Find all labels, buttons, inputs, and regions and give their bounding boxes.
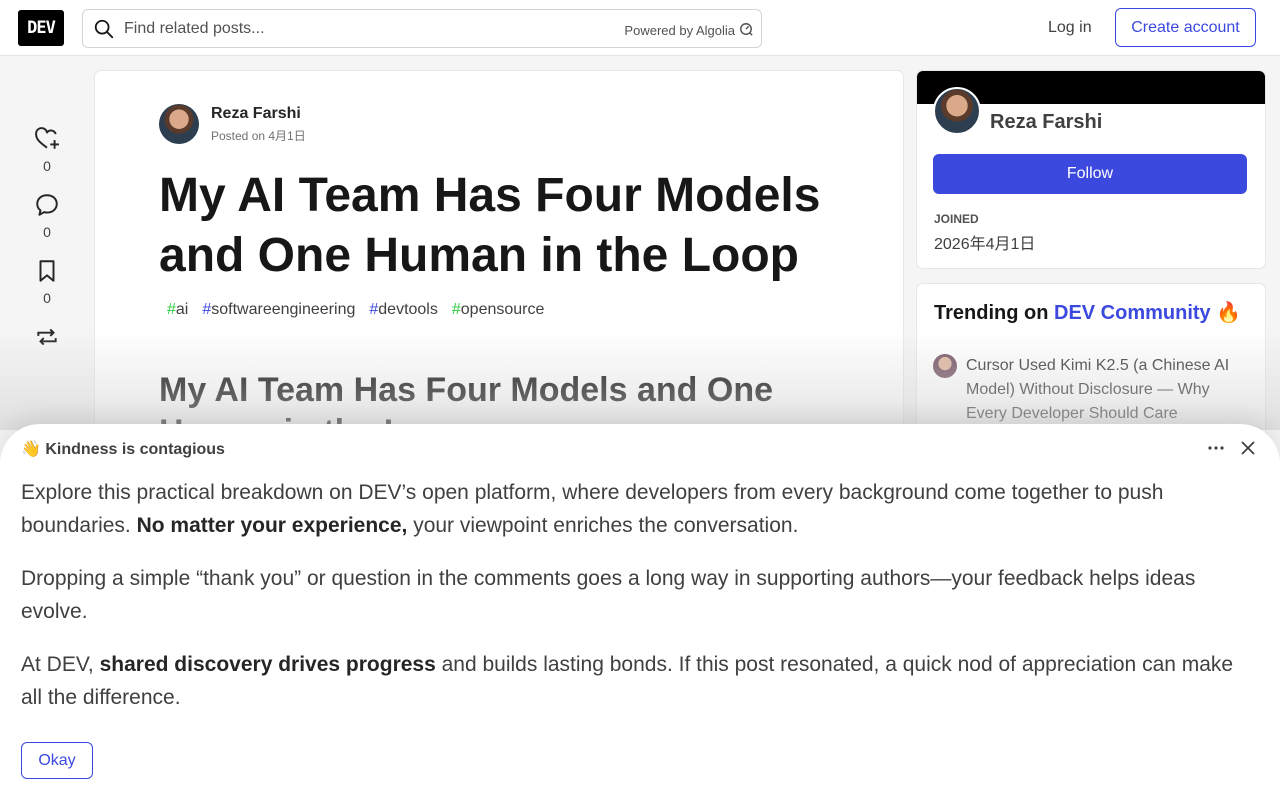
- comment-icon[interactable]: [34, 192, 60, 218]
- modal-paragraph-1: Explore this practical breakdown on DEV’…: [21, 476, 1251, 542]
- tag-devtools[interactable]: #devtools: [365, 301, 442, 319]
- more-options-icon[interactable]: [1203, 436, 1229, 460]
- page-title: My AI Team Has Four Models and One Human…: [159, 169, 821, 282]
- comment-count: 0: [43, 224, 51, 240]
- create-account-button[interactable]: Create account: [1115, 8, 1256, 47]
- avatar: [933, 354, 957, 378]
- heart-plus-icon[interactable]: [34, 126, 60, 152]
- bookmark-count: 0: [43, 290, 51, 306]
- bold-segment: shared discovery drives progress: [99, 653, 436, 676]
- profile-name[interactable]: Reza Farshi: [990, 111, 1102, 134]
- bookmark-icon[interactable]: [34, 258, 60, 284]
- avatar[interactable]: [933, 87, 981, 135]
- text-segment: At DEV,: [21, 653, 100, 676]
- author-block[interactable]: Reza Farshi Posted on 4月1日: [159, 104, 306, 144]
- tag-opensource[interactable]: #opensource: [448, 301, 549, 319]
- bookmark-reaction[interactable]: 0: [22, 258, 72, 306]
- dev-logo[interactable]: DEV: [18, 10, 64, 46]
- algolia-icon: [739, 22, 753, 39]
- posted-date: Posted on 4月1日: [211, 128, 306, 143]
- login-link[interactable]: Log in: [1032, 9, 1108, 47]
- search-input[interactable]: [124, 19, 604, 38]
- joined-label: JOINED: [934, 212, 979, 226]
- like-count: 0: [43, 158, 51, 174]
- tag-hash: #: [369, 301, 379, 318]
- tag-hash: #: [451, 301, 461, 318]
- bold-segment: No matter your experience,: [136, 514, 408, 537]
- list-item[interactable]: Cursor Used Kimi K2.5 (a Chinese AI Mode…: [933, 354, 1236, 426]
- modal-paragraph-3: At DEV, shared discovery drives progress…: [21, 648, 1251, 714]
- reaction-bar: 0 0 0: [22, 126, 72, 368]
- modal-title: 👋 Kindness is contagious: [21, 441, 225, 458]
- trending-brand-link[interactable]: DEV Community: [1054, 302, 1211, 324]
- like-reaction[interactable]: 0: [22, 126, 72, 174]
- search-icon[interactable]: [92, 17, 116, 41]
- tag-label: softwareengineering: [211, 301, 356, 318]
- algolia-attribution[interactable]: Powered by Algolia: [624, 22, 753, 39]
- search-bar[interactable]: Powered by Algolia: [82, 9, 762, 48]
- text-segment: your viewpoint enriches the conversation…: [407, 514, 799, 537]
- author-name[interactable]: Reza Farshi: [211, 105, 306, 123]
- avatar[interactable]: [159, 104, 199, 144]
- tag-label: opensource: [460, 301, 545, 318]
- top-header: DEV Powered by Algolia Log in Create acc…: [0, 0, 1280, 56]
- modal-paragraph-2: Dropping a simple “thank you” or questio…: [21, 567, 1196, 623]
- follow-button[interactable]: Follow: [933, 154, 1247, 194]
- modal-body: Explore this practical breakdown on DEV’…: [21, 476, 1251, 734]
- tag-hash: #: [202, 301, 212, 318]
- trending-prefix: Trending on: [934, 302, 1054, 324]
- powered-by-label: Powered by Algolia: [624, 23, 735, 38]
- comment-reaction[interactable]: 0: [22, 192, 72, 240]
- tag-ai[interactable]: #ai: [163, 301, 192, 319]
- kindness-modal: 👋 Kindness is contagious Explore this pr…: [0, 424, 1280, 800]
- tag-hash: #: [167, 301, 176, 318]
- close-icon[interactable]: [1236, 436, 1260, 460]
- tag-label: ai: [175, 301, 189, 318]
- fire-icon: 🔥: [1216, 302, 1242, 324]
- repost-reaction[interactable]: [22, 324, 72, 350]
- tag-label: devtools: [378, 301, 438, 318]
- trending-heading: Trending on DEV Community 🔥: [934, 300, 1241, 325]
- trending-post-title[interactable]: Cursor Used Kimi K2.5 (a Chinese AI Mode…: [966, 354, 1236, 426]
- tag-softwareengineering[interactable]: #softwareengineering: [198, 301, 359, 319]
- joined-date: 2026年4月1日: [934, 236, 1036, 253]
- repost-icon[interactable]: [34, 324, 60, 350]
- okay-button[interactable]: Okay: [21, 742, 93, 779]
- tag-list: #ai #softwareengineering #devtools #open…: [163, 301, 548, 319]
- author-profile-card: Reza Farshi Follow JOINED 2026年4月1日: [917, 71, 1265, 268]
